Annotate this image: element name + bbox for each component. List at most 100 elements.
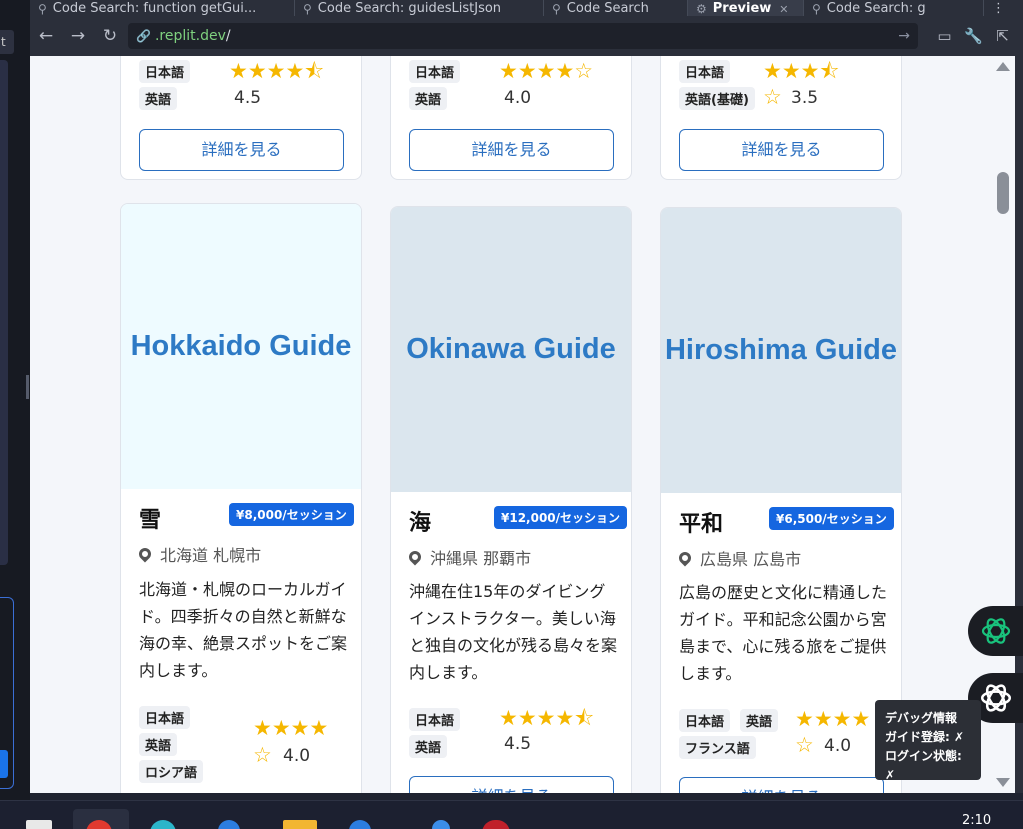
location-pin-icon bbox=[406, 548, 424, 566]
star-rating: ★★★★⯪ bbox=[229, 59, 325, 83]
scroll-down-icon[interactable] bbox=[996, 778, 1010, 787]
search-icon: ⚲ bbox=[38, 2, 47, 16]
tab-menu[interactable]: ⋮ bbox=[984, 0, 1023, 16]
star-rating: ★★★★ bbox=[253, 716, 329, 740]
tab-code-search-1[interactable]: ⚲ Code Search: function getGui... bbox=[30, 0, 295, 16]
cover-title: Hokkaido Guide bbox=[130, 330, 352, 362]
cover-title: Hiroshima Guide bbox=[664, 334, 898, 366]
close-icon[interactable]: ✕ bbox=[779, 3, 788, 16]
location-pin-icon bbox=[676, 549, 694, 567]
scroll-thumb[interactable] bbox=[997, 172, 1009, 214]
language-badge: 日本語 bbox=[409, 708, 461, 731]
guide-card: 日本語 英語(基礎) ★★★⯪ ☆ 3.5 詳細を見る bbox=[660, 56, 902, 180]
language-badge: ロシア語 bbox=[139, 760, 204, 783]
tab-code-search-3[interactable]: ⚲ Code Search bbox=[544, 0, 688, 16]
guide-cover-image: Okinawa Guide bbox=[391, 207, 631, 492]
devices-icon[interactable]: ▭ bbox=[930, 27, 959, 45]
language-badge: 英語 bbox=[740, 709, 779, 732]
app-icon[interactable] bbox=[432, 820, 450, 829]
guide-cover-image: Hiroshima Guide bbox=[661, 208, 901, 493]
details-button[interactable]: 詳細を見る bbox=[679, 777, 884, 793]
go-icon[interactable]: → bbox=[898, 28, 910, 44]
language-list: 日本語 bbox=[139, 60, 191, 83]
language-badge: 日本語 bbox=[679, 709, 731, 732]
guide-card-hiroshima[interactable]: Hiroshima Guide 平和 ¥6,500/セッション 広島県 広島市 … bbox=[660, 207, 902, 793]
resize-handle[interactable] bbox=[26, 375, 29, 399]
rating-value: 4.5 bbox=[504, 734, 532, 754]
guide-description: 広島の歴史と文化に精通したガイド。平和記念公園から宮島まで、心に残る旅をご提供し… bbox=[679, 583, 888, 683]
left-pane: t bbox=[0, 0, 30, 800]
more-icon: ⋮ bbox=[992, 1, 1005, 16]
price-badge: ¥12,000/セッション bbox=[494, 506, 628, 529]
details-button[interactable]: 詳細を見る bbox=[679, 129, 884, 171]
details-button[interactable]: 詳細を見る bbox=[139, 129, 344, 171]
taskbar: 2:10 bbox=[0, 800, 1023, 829]
tab-bar: ⚲ Code Search: function getGui... ⚲ Code S… bbox=[30, 0, 1023, 16]
tab-code-search-4[interactable]: ⚲ Code Search: g bbox=[804, 0, 984, 16]
location-pin-icon bbox=[136, 545, 154, 563]
guide-card-hokkaido[interactable]: Hokkaido Guide 雪 ¥8,000/セッション 北海道 札幌市 北海… bbox=[120, 203, 362, 793]
guide-name: 平和 bbox=[679, 512, 724, 537]
debug-guide-registered: ガイド登録: ✗ bbox=[885, 730, 965, 744]
tab-preview[interactable]: ⚙ Preview ✕ bbox=[688, 0, 804, 16]
language-badge: 英語 bbox=[409, 735, 448, 758]
search-icon: ⚲ bbox=[552, 2, 561, 16]
url-path: / bbox=[225, 28, 231, 44]
preview-viewport: 日本語 英語 ★★★★⯪ 4.5 詳細を見る 日本語 英語 ★★★★☆ 4.0 … bbox=[30, 56, 1015, 793]
guide-card: 日本語 英語 ★★★★☆ 4.0 詳細を見る bbox=[390, 56, 632, 180]
edge-icon[interactable] bbox=[150, 820, 176, 829]
guide-name: 雪 bbox=[139, 508, 162, 533]
guide-card: 日本語 英語 ★★★★⯪ 4.5 詳細を見る bbox=[120, 56, 362, 180]
app-icon[interactable] bbox=[218, 820, 240, 829]
price-badge: ¥6,500/セッション bbox=[769, 507, 894, 530]
guide-location: 北海道 札幌市 bbox=[136, 542, 261, 566]
rating-value: 4.5 bbox=[234, 88, 262, 108]
clock[interactable]: 2:10 bbox=[962, 813, 991, 828]
left-tab[interactable]: t bbox=[0, 30, 14, 54]
scroll-up-icon[interactable] bbox=[996, 62, 1010, 71]
rating-value: 4.0 bbox=[504, 88, 532, 108]
link-icon: 🔗 bbox=[136, 29, 151, 43]
language-badge: 英語 bbox=[409, 87, 448, 110]
guide-card-okinawa[interactable]: Okinawa Guide 海 ¥12,000/セッション 沖縄県 那覇市 沖縄… bbox=[390, 206, 632, 793]
reload-icon[interactable]: ↻ bbox=[94, 26, 126, 46]
url-host: .replit.dev bbox=[154, 28, 226, 44]
openai-icon bbox=[981, 618, 1010, 644]
guide-location: 沖縄県 那覇市 bbox=[406, 545, 531, 569]
language-badge: 英語(基礎) bbox=[679, 87, 755, 110]
wrench-icon[interactable]: 🔧 bbox=[959, 27, 988, 45]
preview-icon: ⚙ bbox=[696, 2, 707, 16]
rating-value: 4.0 bbox=[283, 746, 311, 766]
app-icon[interactable] bbox=[482, 820, 510, 829]
debug-title: デバッグ情報 bbox=[885, 711, 958, 725]
openai-icon bbox=[980, 684, 1011, 712]
start-icon[interactable] bbox=[26, 820, 52, 829]
language-badge: フランス語 bbox=[679, 736, 756, 759]
folder-icon[interactable] bbox=[283, 820, 317, 829]
url-bar: ← → ↻ 🔗 .replit.dev / → ▭ 🔧 ⇱ bbox=[30, 16, 1023, 56]
app-icon[interactable] bbox=[349, 820, 371, 829]
tab-code-search-2[interactable]: ⚲ Code Search: guidesListJson bbox=[295, 0, 544, 16]
left-blue-button[interactable] bbox=[0, 750, 8, 778]
rating-value: 4.0 bbox=[824, 736, 852, 756]
details-button[interactable]: 詳細を見る bbox=[409, 776, 614, 793]
language-badge: 日本語 bbox=[409, 60, 461, 83]
assistant-fab[interactable] bbox=[968, 606, 1023, 656]
forward-icon[interactable]: → bbox=[62, 26, 94, 46]
star-rating-empty: ☆ bbox=[253, 743, 272, 767]
cover-title: Okinawa Guide bbox=[406, 333, 616, 365]
details-button[interactable]: 詳細を見る bbox=[409, 129, 614, 171]
star-rating: ★★★★ bbox=[795, 707, 871, 731]
star-rating-empty: ☆ bbox=[763, 85, 782, 109]
external-link-icon[interactable]: ⇱ bbox=[988, 27, 1017, 45]
guide-description: 沖縄在住15年のダイビングインストラクター。美しい海と独自の文化が残る島々を案内… bbox=[409, 582, 618, 682]
language-badge: 英語 bbox=[139, 733, 178, 756]
address-field[interactable]: 🔗 .replit.dev / → bbox=[128, 23, 918, 49]
search-icon: ⚲ bbox=[303, 2, 312, 16]
price-badge: ¥8,000/セッション bbox=[229, 503, 354, 526]
debug-login-status: ログイン状態: ✗ bbox=[885, 749, 962, 782]
back-icon[interactable]: ← bbox=[30, 26, 62, 46]
language-badge: 日本語 bbox=[679, 60, 731, 83]
left-panel bbox=[0, 60, 8, 565]
search-icon: ⚲ bbox=[812, 2, 821, 16]
